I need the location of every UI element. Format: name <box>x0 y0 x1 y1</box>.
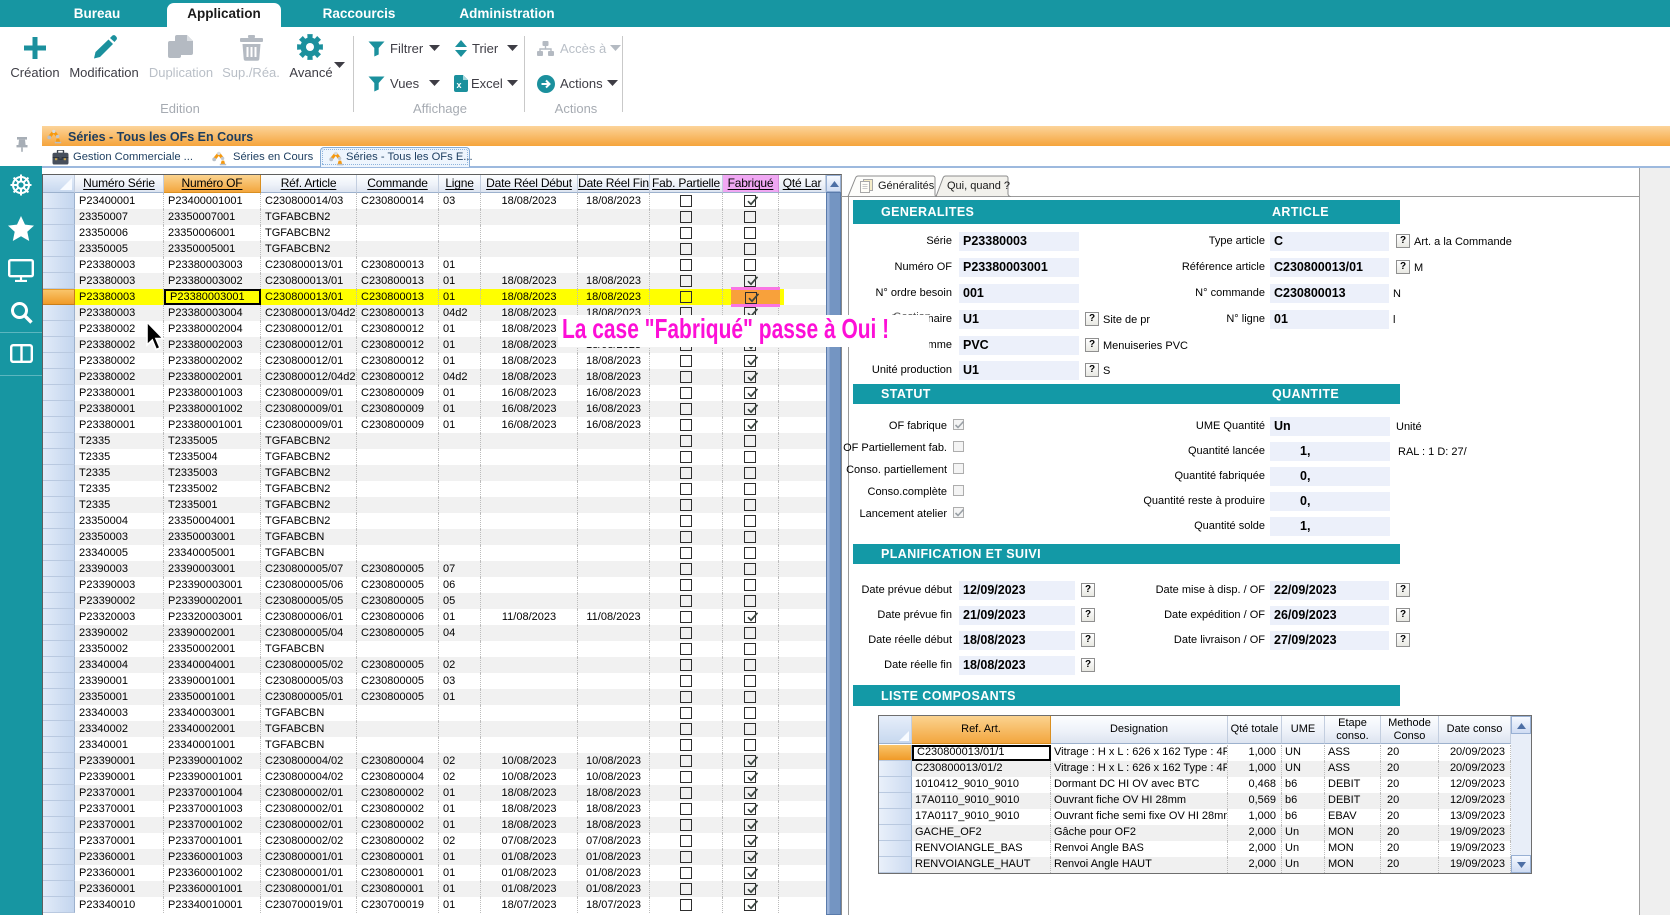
svg-text:x: x <box>456 80 461 90</box>
